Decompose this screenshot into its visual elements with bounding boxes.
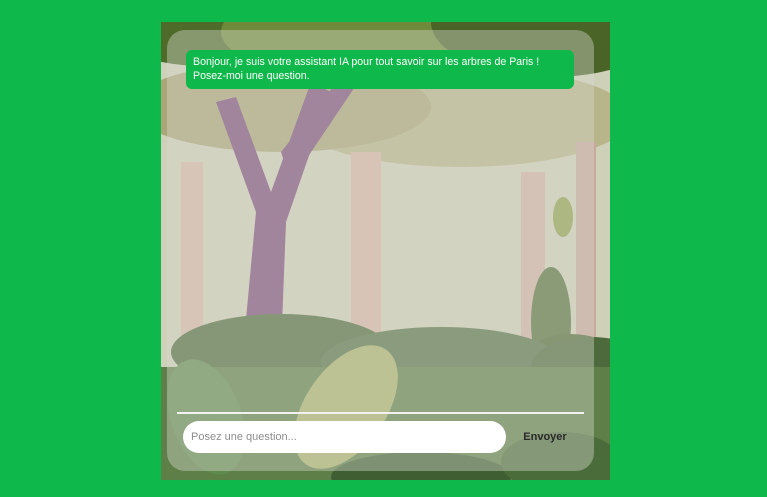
chat-panel — [167, 30, 594, 471]
question-input[interactable] — [183, 421, 506, 453]
question-input-wrapper — [183, 421, 506, 453]
send-button[interactable]: Envoyer — [516, 426, 574, 448]
assistant-message-bubble: Bonjour, je suis votre assistant IA pour… — [186, 50, 574, 89]
composer-divider — [177, 412, 584, 414]
assistant-message-text: Bonjour, je suis votre assistant IA pour… — [193, 56, 540, 82]
